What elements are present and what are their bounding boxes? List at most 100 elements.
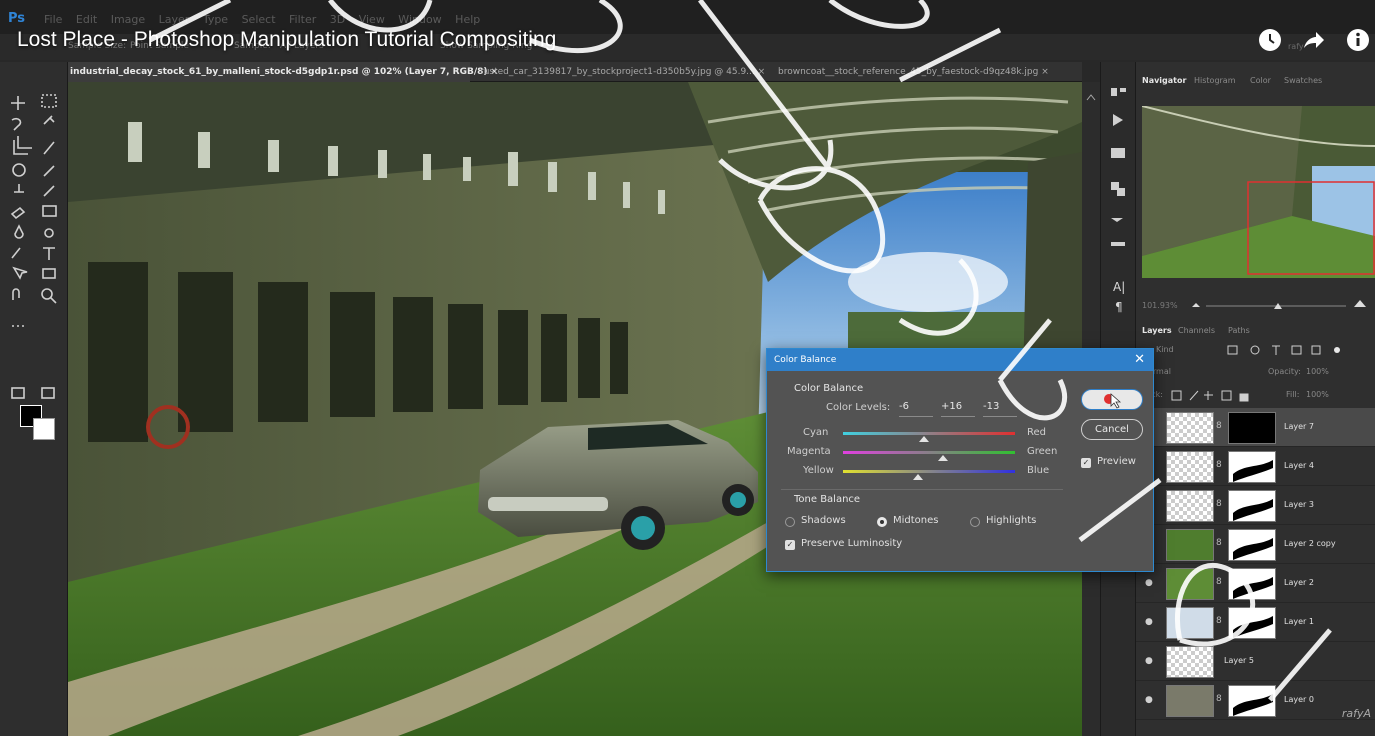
adjustments-icon (1111, 182, 1125, 196)
color-slider-track[interactable] (843, 451, 1015, 454)
tab-navigator[interactable]: Navigator (1142, 76, 1186, 85)
shadows-radio[interactable] (785, 517, 795, 527)
midtones-radio[interactable] (877, 517, 887, 527)
cancel-button[interactable]: Cancel (1081, 419, 1143, 440)
link-icon[interactable]: 8 (1216, 421, 1222, 431)
link-icon[interactable]: 8 (1216, 538, 1222, 548)
cursor-icon (1104, 393, 1122, 409)
layer-row[interactable]: ● 8 Layer 0 (1136, 681, 1375, 720)
navigator-preview[interactable] (1142, 106, 1375, 278)
layer-row[interactable]: ● 8 Layer 2 (1136, 564, 1375, 603)
slider-thumb[interactable] (937, 455, 948, 461)
tab-histogram[interactable]: Histogram (1194, 76, 1236, 85)
color-slider-track[interactable] (843, 470, 1015, 473)
layer-row[interactable]: ● 8 Layer 1 (1136, 603, 1375, 642)
clock-icon[interactable] (1258, 28, 1282, 52)
filter-icons[interactable] (1224, 341, 1344, 361)
ok-button[interactable]: OK (1081, 389, 1143, 410)
layer-mask-thumbnail[interactable] (1228, 412, 1276, 444)
slider-thumb[interactable] (912, 474, 923, 480)
layer-mask-thumbnail[interactable] (1228, 607, 1276, 639)
preserve-luminosity-checkbox[interactable]: ✓ (785, 540, 795, 550)
link-icon[interactable]: 8 (1216, 460, 1222, 470)
layer-thumbnail[interactable] (1166, 568, 1214, 600)
tab-industrial-decay[interactable]: industrial_decay_stock_61_by_malleni_sto… (68, 62, 498, 82)
zoom-out-icon (1192, 303, 1200, 307)
preview-checkbox[interactable]: ✓ (1081, 458, 1091, 468)
tab-channels[interactable]: Channels (1178, 326, 1215, 335)
layer-mask-thumbnail[interactable] (1228, 451, 1276, 483)
tab-layers[interactable]: Layers (1142, 326, 1172, 335)
dialog-titlebar[interactable]: Color Balance ✕ (767, 349, 1153, 371)
level-yellow-blue-input[interactable]: -13 (983, 401, 1017, 417)
paragraph-panel-icon[interactable]: ¶ (1115, 300, 1123, 314)
close-icon[interactable]: ✕ (1134, 352, 1145, 367)
blur-tool-icon (14, 224, 24, 239)
gradient-tool-icon (42, 205, 57, 217)
type-tool-icon (43, 247, 55, 260)
slider-left-label: Magenta (787, 446, 831, 457)
eye-icon[interactable]: ● (1145, 695, 1153, 705)
photoshop-window: Ps File Edit Image Layer Type Select Fil… (0, 0, 1375, 736)
eye-icon[interactable]: ● (1145, 656, 1153, 666)
layer-row[interactable]: ● Layer 5 (1136, 642, 1375, 681)
link-icon[interactable]: 8 (1216, 694, 1222, 704)
color-slider-track[interactable] (843, 432, 1015, 435)
layer-row[interactable]: 8 Layer 2 copy (1136, 525, 1375, 564)
layer-thumbnail[interactable] (1166, 529, 1214, 561)
layer-name: Layer 2 (1284, 578, 1314, 587)
link-icon[interactable]: 8 (1216, 499, 1222, 509)
stamp-tool-icon (14, 184, 24, 193)
lock-icons[interactable] (1170, 386, 1270, 406)
right-panel-dock: Navigator Histogram Color Swatches 101.9… (1136, 62, 1375, 736)
tool-icons[interactable] (0, 62, 68, 736)
filter-kind-select[interactable]: Kind (1156, 345, 1174, 354)
close-icon[interactable]: × (1041, 67, 1049, 77)
level-magenta-green-input[interactable]: +16 (941, 401, 975, 417)
background-color-swatch[interactable] (33, 418, 55, 440)
link-icon[interactable]: 8 (1216, 577, 1222, 587)
slider-right-label: Blue (1027, 465, 1050, 476)
preview-label: Preview (1097, 456, 1136, 467)
navigator-zoom-row: 101.93% (1136, 297, 1375, 313)
tab-paths[interactable]: Paths (1228, 326, 1250, 335)
slider-thumb[interactable] (918, 436, 929, 442)
layer-mask-thumbnail[interactable] (1228, 529, 1276, 561)
tab-rusted-car[interactable]: rusted_car_3139817_by_stockproject1-d350… (478, 62, 772, 82)
layer-thumbnail[interactable] (1166, 646, 1214, 678)
layer-thumbnail[interactable] (1166, 412, 1214, 444)
layer-thumbnail[interactable] (1166, 685, 1214, 717)
panel-icons[interactable] (1101, 62, 1137, 362)
layers-list: 8 Layer 7 8 Layer 4 8 Layer 3 8 Layer 2 copy ● 8 L… (1136, 408, 1375, 736)
layer-mask-thumbnail[interactable] (1228, 568, 1276, 600)
tab-color[interactable]: Color (1250, 76, 1271, 85)
layer-thumbnail[interactable] (1166, 607, 1214, 639)
layer-name: Layer 7 (1284, 422, 1314, 431)
quick-mask-icon (11, 387, 25, 399)
dialog-title: Color Balance (774, 355, 837, 365)
info-icon[interactable] (1346, 28, 1370, 52)
tab-browncoat[interactable]: browncoat__stock_reference_45_by_faestoc… (776, 62, 1056, 82)
fill-value[interactable]: 100% (1306, 390, 1329, 399)
layer-thumbnail[interactable] (1166, 490, 1214, 522)
eye-icon[interactable]: ● (1145, 578, 1153, 588)
menu-items[interactable]: File Edit Image Layer Type Select Filter… (44, 13, 480, 26)
quick-select-icon (43, 115, 55, 125)
tab-swatches[interactable]: Swatches (1284, 76, 1322, 85)
highlights-radio[interactable] (970, 517, 980, 527)
opacity-value[interactable]: 100% (1306, 367, 1329, 376)
layer-row[interactable]: 8 Layer 4 (1136, 447, 1375, 486)
character-panel-icon[interactable]: A| (1113, 280, 1125, 294)
eye-icon[interactable]: ● (1145, 617, 1153, 627)
close-icon[interactable]: × (758, 67, 766, 77)
layer-thumbnail[interactable] (1166, 451, 1214, 483)
hand-tool-icon (12, 288, 20, 300)
video-title: Lost Place - Photoshop Manipulation Tuto… (17, 28, 557, 51)
layer-row[interactable]: 8 Layer 3 (1136, 486, 1375, 525)
layer-row[interactable]: 8 Layer 7 (1136, 408, 1375, 447)
layer-name: Layer 3 (1284, 500, 1314, 509)
layer-mask-thumbnail[interactable] (1228, 685, 1276, 717)
link-icon[interactable]: 8 (1216, 616, 1222, 626)
layer-mask-thumbnail[interactable] (1228, 490, 1276, 522)
level-cyan-red-input[interactable]: -6 (899, 401, 933, 417)
